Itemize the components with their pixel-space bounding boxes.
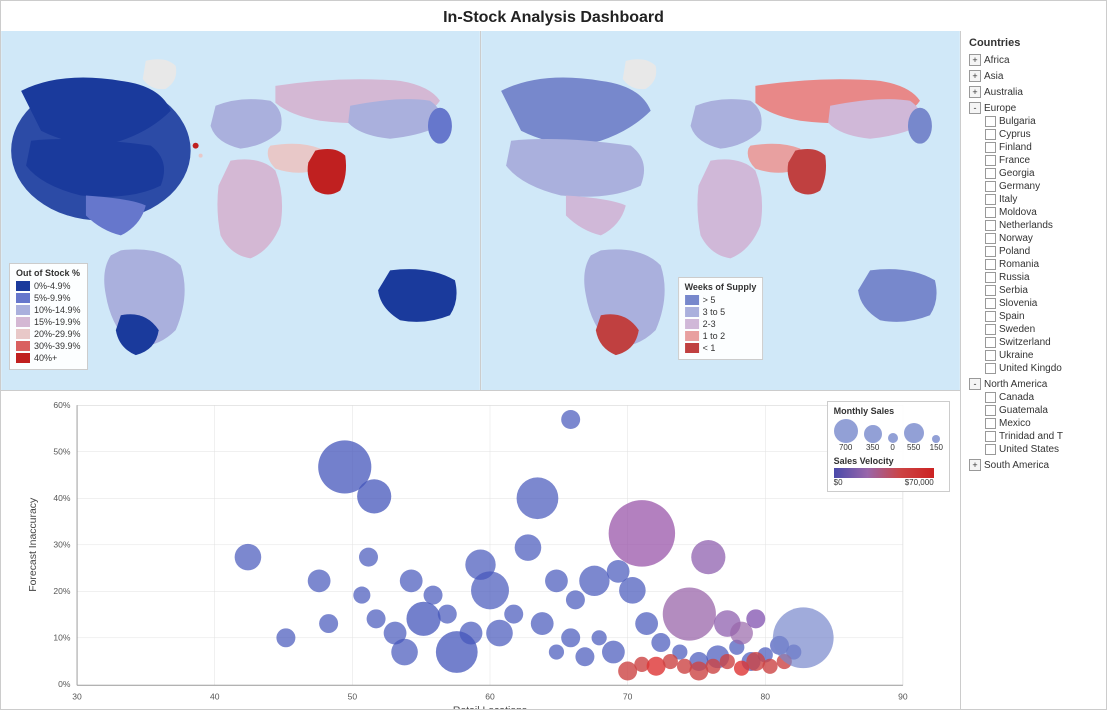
cb-poland[interactable] bbox=[985, 246, 996, 257]
sidebar-group-africa-header[interactable]: + Africa bbox=[969, 53, 1098, 67]
sidebar-group-europe-header[interactable]: - Europe bbox=[969, 101, 1098, 115]
cb-canada[interactable] bbox=[985, 392, 996, 403]
cb-switzerland[interactable] bbox=[985, 337, 996, 348]
expand-na-icon[interactable]: - bbox=[969, 378, 981, 390]
cb-netherlands[interactable] bbox=[985, 220, 996, 231]
cb-romania[interactable] bbox=[985, 259, 996, 270]
svg-text:0%: 0% bbox=[58, 679, 71, 689]
svg-text:90: 90 bbox=[898, 692, 908, 702]
sidebar-group-australia-header[interactable]: + Australia bbox=[969, 85, 1098, 99]
expand-australia-icon[interactable]: + bbox=[969, 86, 981, 98]
cb-mexico[interactable] bbox=[985, 418, 996, 429]
sidebar-label-na: North America bbox=[984, 379, 1047, 390]
top-maps: Out of Stock % 0%-4.9% 5%-9.9% 10%-14.9%… bbox=[1, 31, 960, 391]
sidebar-title: Countries bbox=[969, 37, 1098, 49]
cb-guatemala[interactable] bbox=[985, 405, 996, 416]
sidebar-group-africa: + Africa bbox=[969, 53, 1098, 67]
velocity-gradient bbox=[834, 468, 934, 478]
dashboard: In-Stock Analysis Dashboard bbox=[0, 0, 1107, 710]
sidebar-label-sa: South America bbox=[984, 460, 1049, 471]
page-title: In-Stock Analysis Dashboard bbox=[1, 1, 1106, 31]
sidebar-group-na-header[interactable]: - North America bbox=[969, 377, 1098, 391]
velocity-title: Sales Velocity bbox=[834, 456, 943, 466]
out-of-stock-legend: Out of Stock % 0%-4.9% 5%-9.9% 10%-14.9%… bbox=[9, 263, 88, 370]
monthly-sales-title: Monthly Sales bbox=[834, 406, 943, 416]
cb-germany[interactable] bbox=[985, 181, 996, 192]
sidebar-group-europe: - Europe Bulgaria Cyprus Finland France … bbox=[969, 101, 1098, 375]
svg-text:60%: 60% bbox=[53, 400, 70, 410]
svg-text:60: 60 bbox=[485, 692, 495, 702]
expand-africa-icon[interactable]: + bbox=[969, 54, 981, 66]
cb-moldova[interactable] bbox=[985, 207, 996, 218]
sidebar-group-australia: + Australia bbox=[969, 85, 1098, 99]
expand-europe-icon[interactable]: - bbox=[969, 102, 981, 114]
svg-text:80: 80 bbox=[761, 692, 771, 702]
expand-sa-icon[interactable]: + bbox=[969, 459, 981, 471]
scatter-plot: 60% 50% 40% 30% 20% 10% 0% 30 40 50 60 7… bbox=[1, 391, 960, 709]
svg-text:30%: 30% bbox=[53, 540, 70, 550]
sidebar-group-asia-header[interactable]: + Asia bbox=[969, 69, 1098, 83]
svg-text:Forecast Inaccuracy: Forecast Inaccuracy bbox=[28, 497, 39, 592]
cb-sweden[interactable] bbox=[985, 324, 996, 335]
cb-finland[interactable] bbox=[985, 142, 996, 153]
svg-text:30: 30 bbox=[72, 692, 82, 702]
map-left: Out of Stock % 0%-4.9% 5%-9.9% 10%-14.9%… bbox=[1, 31, 481, 390]
cb-italy[interactable] bbox=[985, 194, 996, 205]
cb-serbia[interactable] bbox=[985, 285, 996, 296]
sidebar-label-australia: Australia bbox=[984, 87, 1023, 98]
sales-velocity-legend: Monthly Sales 700 350 0 bbox=[827, 401, 950, 492]
svg-text:40: 40 bbox=[210, 692, 220, 702]
cb-norway[interactable] bbox=[985, 233, 996, 244]
cb-georgia[interactable] bbox=[985, 168, 996, 179]
cb-russia[interactable] bbox=[985, 272, 996, 283]
cb-ukraine[interactable] bbox=[985, 350, 996, 361]
svg-text:20%: 20% bbox=[53, 586, 70, 596]
map-right: Weeks of Supply > 5 3 to 5 2-3 1 to 2 < … bbox=[481, 31, 960, 390]
svg-text:50%: 50% bbox=[53, 447, 70, 457]
sidebar-label-europe: Europe bbox=[984, 103, 1016, 114]
sidebar-group-north-america: - North America Canada Guatemala Mexico … bbox=[969, 377, 1098, 456]
sidebar-group-south-america: + South America bbox=[969, 458, 1098, 472]
sidebar-group-sa-header[interactable]: + South America bbox=[969, 458, 1098, 472]
cb-trinidad[interactable] bbox=[985, 431, 996, 442]
right-legend-title: Weeks of Supply bbox=[685, 282, 757, 292]
left-legend-title: Out of Stock % bbox=[16, 268, 81, 278]
cb-cyprus[interactable] bbox=[985, 129, 996, 140]
sidebar-group-asia: + Asia bbox=[969, 69, 1098, 83]
cb-united-kingdom[interactable] bbox=[985, 363, 996, 374]
charts-area: Out of Stock % 0%-4.9% 5%-9.9% 10%-14.9%… bbox=[1, 31, 961, 709]
expand-asia-icon[interactable]: + bbox=[969, 70, 981, 82]
sidebar-label-asia: Asia bbox=[984, 71, 1003, 82]
svg-text:40%: 40% bbox=[53, 493, 70, 503]
velocity-labels: $0 $70,000 bbox=[834, 478, 934, 487]
svg-text:Retail Locations: Retail Locations bbox=[453, 706, 527, 709]
cb-bulgaria[interactable] bbox=[985, 116, 996, 127]
cb-us[interactable] bbox=[985, 444, 996, 455]
svg-text:70: 70 bbox=[623, 692, 633, 702]
main-content: Out of Stock % 0%-4.9% 5%-9.9% 10%-14.9%… bbox=[1, 31, 1106, 709]
sidebar-label-africa: Africa bbox=[984, 55, 1010, 66]
cb-spain[interactable] bbox=[985, 311, 996, 322]
sidebar: Countries + Africa + Asia + Australia bbox=[961, 31, 1106, 709]
cb-france[interactable] bbox=[985, 155, 996, 166]
cb-slovenia[interactable] bbox=[985, 298, 996, 309]
svg-text:10%: 10% bbox=[53, 633, 70, 643]
svg-text:50: 50 bbox=[348, 692, 358, 702]
weeks-of-supply-legend: Weeks of Supply > 5 3 to 5 2-3 1 to 2 < … bbox=[678, 277, 764, 360]
